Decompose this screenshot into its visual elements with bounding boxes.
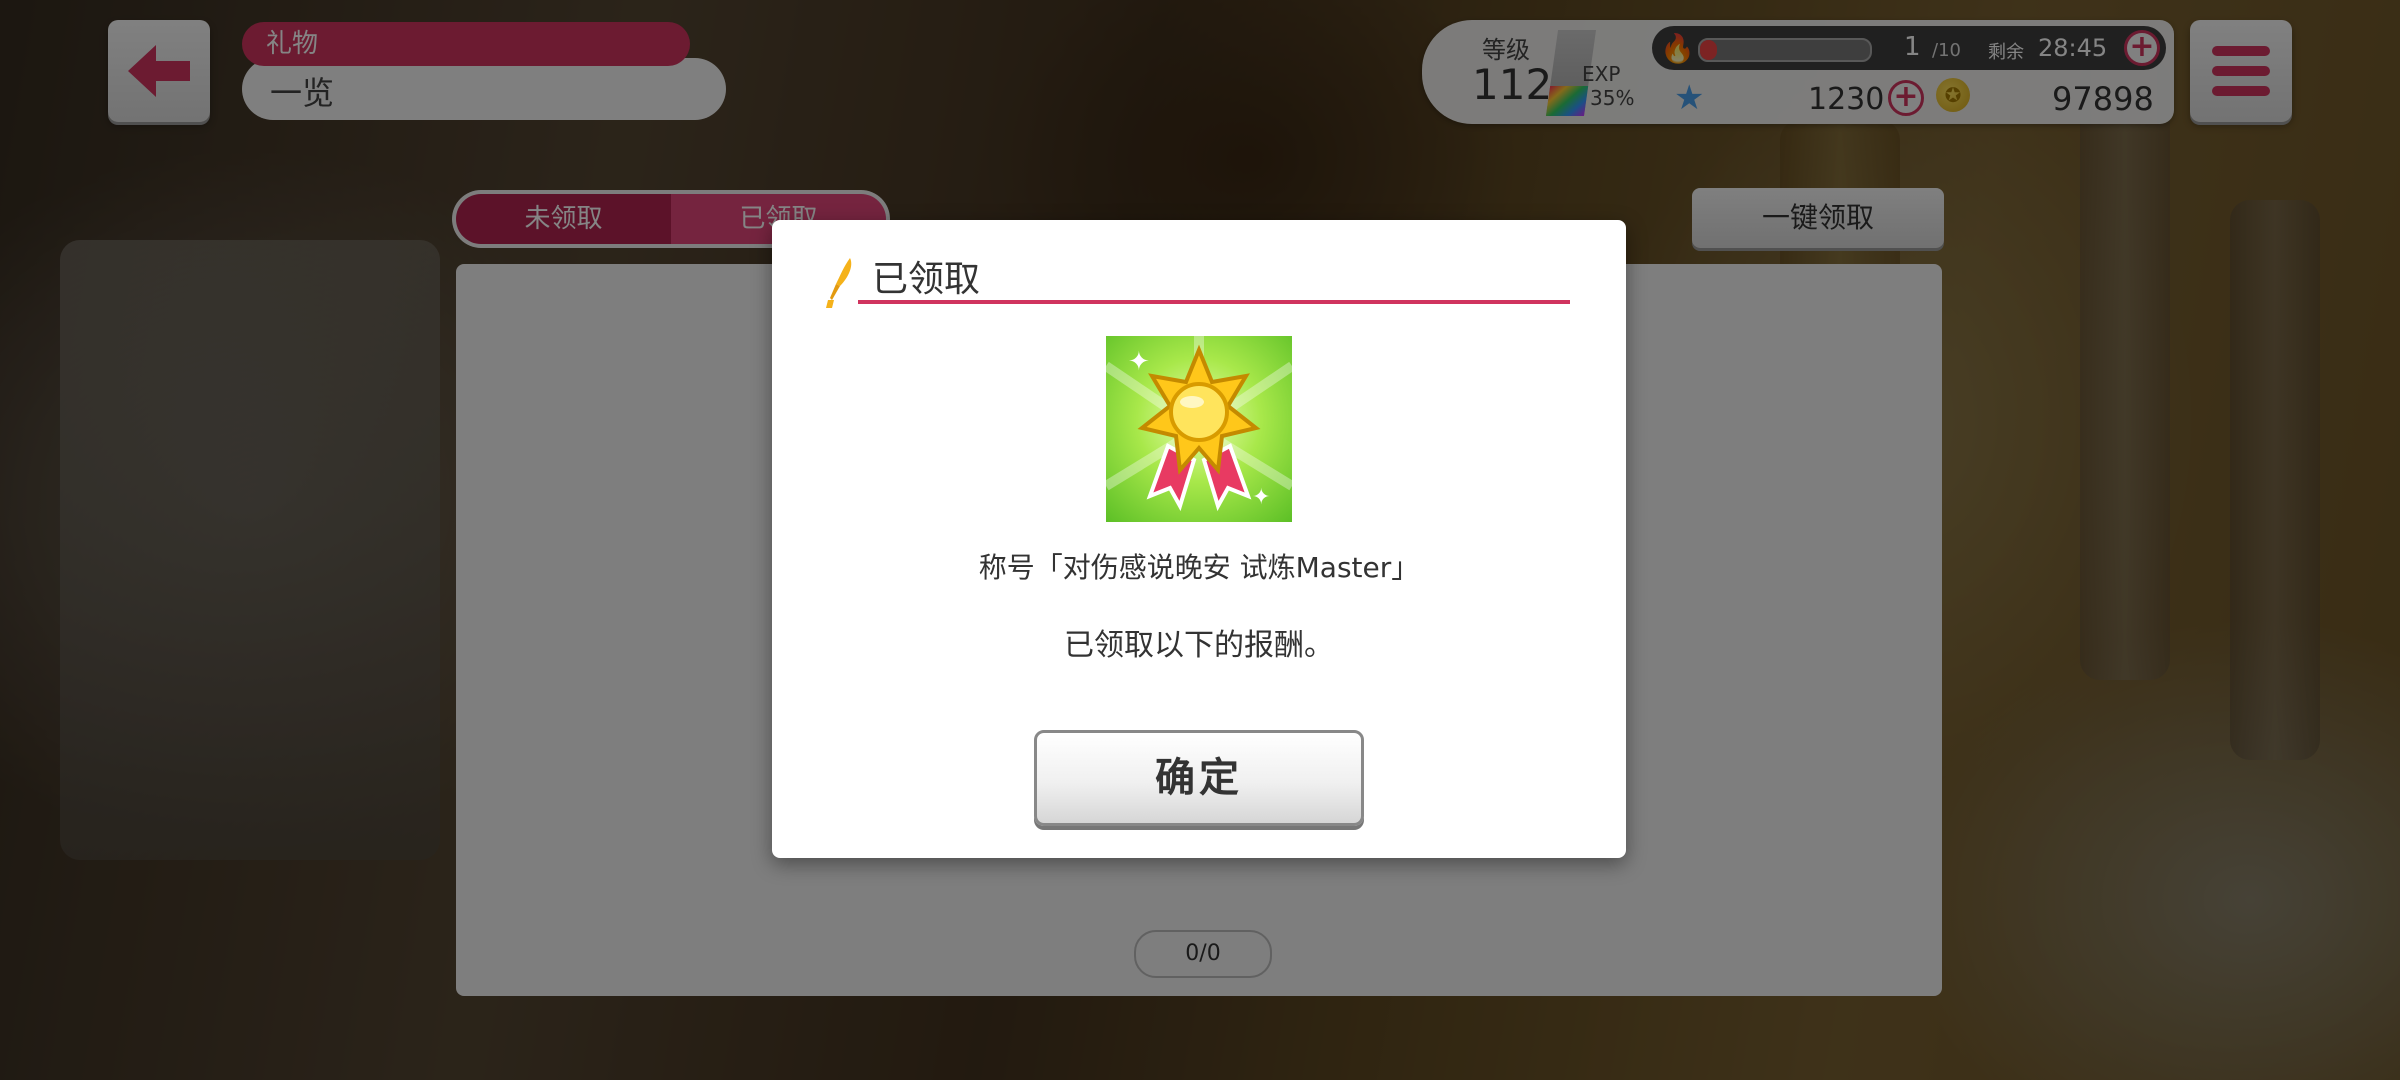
svg-text:✦: ✦ — [1128, 347, 1150, 377]
dialog-title: 已领取 — [872, 259, 981, 300]
medal-icon: ✦ ✦ — [1106, 336, 1292, 512]
reward-item-tile: ✦ ✦ — [1106, 336, 1292, 522]
confirm-button[interactable]: 确定 — [1034, 730, 1364, 826]
reward-name: 称号「对伤感说晚安 试炼Master」 — [978, 551, 1420, 584]
svg-text:✦: ✦ — [1252, 485, 1270, 510]
claimed-dialog: 已领取 ✦ ✦ 称号「对伤感说晚安 试炼Master」 已领取以下的报酬。 确定 — [772, 220, 1626, 858]
quill-pen-icon — [826, 258, 852, 308]
dialog-title-underline — [858, 300, 1570, 304]
dialog-message: 已领取以下的报酬。 — [1064, 628, 1334, 663]
